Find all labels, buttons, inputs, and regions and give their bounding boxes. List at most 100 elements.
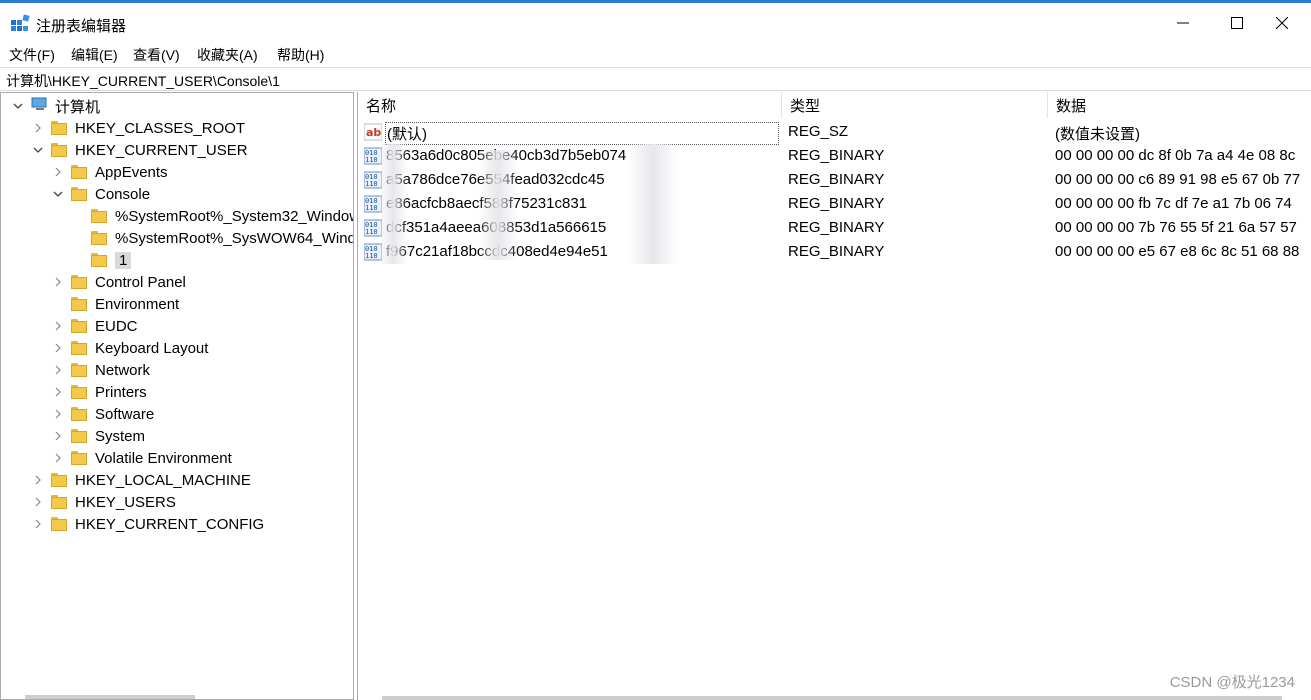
svg-text:110: 110 <box>365 252 378 260</box>
tree-node[interactable]: Printers <box>51 381 147 403</box>
tree-node-label: 计算机 <box>55 98 101 116</box>
address-bar[interactable]: 计算机\HKEY_CURRENT_USER\Console\1 <box>0 67 1311 91</box>
svg-text:110: 110 <box>365 180 378 188</box>
tree-node-label: %SystemRoot%_SysWOW64_WindowsPowerShell <box>115 229 353 247</box>
chevron-right-icon[interactable] <box>51 165 65 179</box>
chevron-right-icon[interactable] <box>51 275 65 289</box>
maximize-icon <box>1231 17 1243 29</box>
menu-favorites[interactable]: 收藏夹(A) <box>197 45 258 65</box>
chevron-down-icon[interactable] <box>11 99 25 113</box>
folder-icon <box>51 143 67 157</box>
chevron-right-icon[interactable] <box>51 319 65 333</box>
tree-node[interactable]: 计算机 <box>11 95 100 117</box>
tree-node[interactable]: System <box>51 425 145 447</box>
minimize-icon <box>1177 22 1189 24</box>
value-name: a5a786dce76e554fead032cdc45 <box>386 171 776 188</box>
column-header-data[interactable]: 数据 <box>1048 92 1311 118</box>
value-data: 00 00 00 00 c6 89 91 98 e5 67 0b 77 <box>1055 171 1301 188</box>
menu-edit[interactable]: 编辑(E) <box>71 45 118 65</box>
value-type: REG_BINARY <box>788 171 885 188</box>
tree-node[interactable]: EUDC <box>51 315 138 337</box>
chevron-right-icon[interactable] <box>31 495 45 509</box>
value-data: 00 00 00 00 e5 67 e8 6c 8c 51 68 88 <box>1055 243 1300 260</box>
chevron-right-icon[interactable] <box>51 341 65 355</box>
redaction-smear <box>478 150 518 260</box>
value-data: 00 00 00 00 fb 7c df 7e a1 7b 06 74 <box>1055 195 1292 212</box>
tree-node[interactable]: AppEvents <box>51 161 168 183</box>
tree-node[interactable]: 1 <box>71 249 132 271</box>
value-type: REG_BINARY <box>788 219 885 236</box>
tree-node[interactable]: HKEY_USERS <box>31 491 176 513</box>
folder-icon <box>71 187 87 201</box>
tree-node[interactable]: Keyboard Layout <box>51 337 208 359</box>
tree-node[interactable]: Console <box>51 183 150 205</box>
folder-icon <box>71 165 87 179</box>
tree-node-label: HKEY_USERS <box>75 493 176 511</box>
svg-text:ab: ab <box>366 126 381 139</box>
value-name: 8563a6d0c805ebe40cb3d7b5eb074 <box>386 147 776 164</box>
values-list-pane[interactable]: 名称 类型 数据 ab(默认)REG_SZ(数值未设置)0101108563a6… <box>357 92 1311 700</box>
tree-node[interactable]: HKEY_CLASSES_ROOT <box>31 117 245 139</box>
chevron-right-icon[interactable] <box>31 517 45 531</box>
tree-node-label: 1 <box>115 251 132 269</box>
value-type: REG_SZ <box>788 123 849 140</box>
tree-node-label: Keyboard Layout <box>95 339 209 357</box>
folder-icon <box>71 385 87 399</box>
folder-icon <box>71 363 87 377</box>
value-data: 00 00 00 00 dc 8f 0b 7a a4 4e 08 8c <box>1055 147 1296 164</box>
chevron-right-icon[interactable] <box>51 385 65 399</box>
tree-node[interactable]: Environment <box>51 293 179 315</box>
value-row[interactable]: ab (默认) REG_SZ (数值未设置) <box>358 120 1311 145</box>
address-text[interactable]: 计算机\HKEY_CURRENT_USER\Console\1 <box>6 71 280 91</box>
menu-view[interactable]: 查看(V) <box>133 45 180 65</box>
folder-icon <box>71 297 87 311</box>
key-tree-pane[interactable]: 计算机 HKEY_CLASSES_ROOT HKEY_CURRENT_USER App… <box>0 92 354 700</box>
close-icon <box>1276 17 1288 29</box>
tree-node-label: HKEY_CURRENT_CONFIG <box>75 515 265 533</box>
tree-node-label: Network <box>95 361 151 379</box>
column-header-name[interactable]: 名称 <box>358 92 782 118</box>
list-horizontal-scrollbar[interactable] <box>382 696 1282 700</box>
tree-node-label: System <box>95 427 146 445</box>
tree-node[interactable]: Control Panel <box>51 271 186 293</box>
tree-node[interactable]: HKEY_LOCAL_MACHINE <box>31 469 251 491</box>
folder-icon <box>91 253 107 267</box>
close-button[interactable] <box>1253 3 1311 43</box>
tree-node[interactable]: HKEY_CURRENT_USER <box>31 139 248 161</box>
chevron-right-icon[interactable] <box>51 407 65 421</box>
value-name: e86acfcb8aecf588f75231c831 <box>386 195 776 212</box>
folder-icon <box>71 429 87 443</box>
chevron-right-icon[interactable] <box>51 363 65 377</box>
chevron-down-icon[interactable] <box>31 143 45 157</box>
chevron-right-icon[interactable] <box>31 473 45 487</box>
tree-node[interactable]: Volatile Environment <box>51 447 232 469</box>
value-data: (数值未设置) <box>1055 126 1140 143</box>
tree-node[interactable]: %SystemRoot%_SysWOW64_WindowsPowerShell <box>71 227 353 249</box>
folder-icon <box>51 517 67 531</box>
tree-node-label: Control Panel <box>95 273 186 291</box>
tree-node-label: HKEY_CLASSES_ROOT <box>75 119 246 137</box>
tree-node-label: Console <box>95 185 151 203</box>
tree-node-label: HKEY_LOCAL_MACHINE <box>75 471 251 489</box>
chevron-right-icon[interactable] <box>51 429 65 443</box>
folder-icon <box>91 209 107 223</box>
value-data: 00 00 00 00 7b 76 55 5f 21 6a 57 57 <box>1055 219 1297 236</box>
tree-horizontal-scrollbar[interactable] <box>25 695 195 699</box>
value-type: REG_BINARY <box>788 195 885 212</box>
chevron-down-icon[interactable] <box>51 187 65 201</box>
column-header-type[interactable]: 类型 <box>782 92 1048 118</box>
menu-help[interactable]: 帮助(H) <box>277 45 324 65</box>
minimize-button[interactable] <box>1154 3 1212 43</box>
tree-node-label: EUDC <box>95 317 138 335</box>
tree-node[interactable]: Network <box>51 359 150 381</box>
folder-icon <box>71 341 87 355</box>
tree-node[interactable]: HKEY_CURRENT_CONFIG <box>31 513 264 535</box>
tree-node[interactable]: Software <box>51 403 154 425</box>
string-value-icon: ab <box>363 123 383 141</box>
chevron-right-icon[interactable] <box>31 121 45 135</box>
tree-node-label: HKEY_CURRENT_USER <box>75 141 248 159</box>
chevron-right-icon[interactable] <box>51 451 65 465</box>
tree-node[interactable]: %SystemRoot%_System32_WindowsPowerShell <box>71 205 353 227</box>
menu-file[interactable]: 文件(F) <box>9 45 55 65</box>
